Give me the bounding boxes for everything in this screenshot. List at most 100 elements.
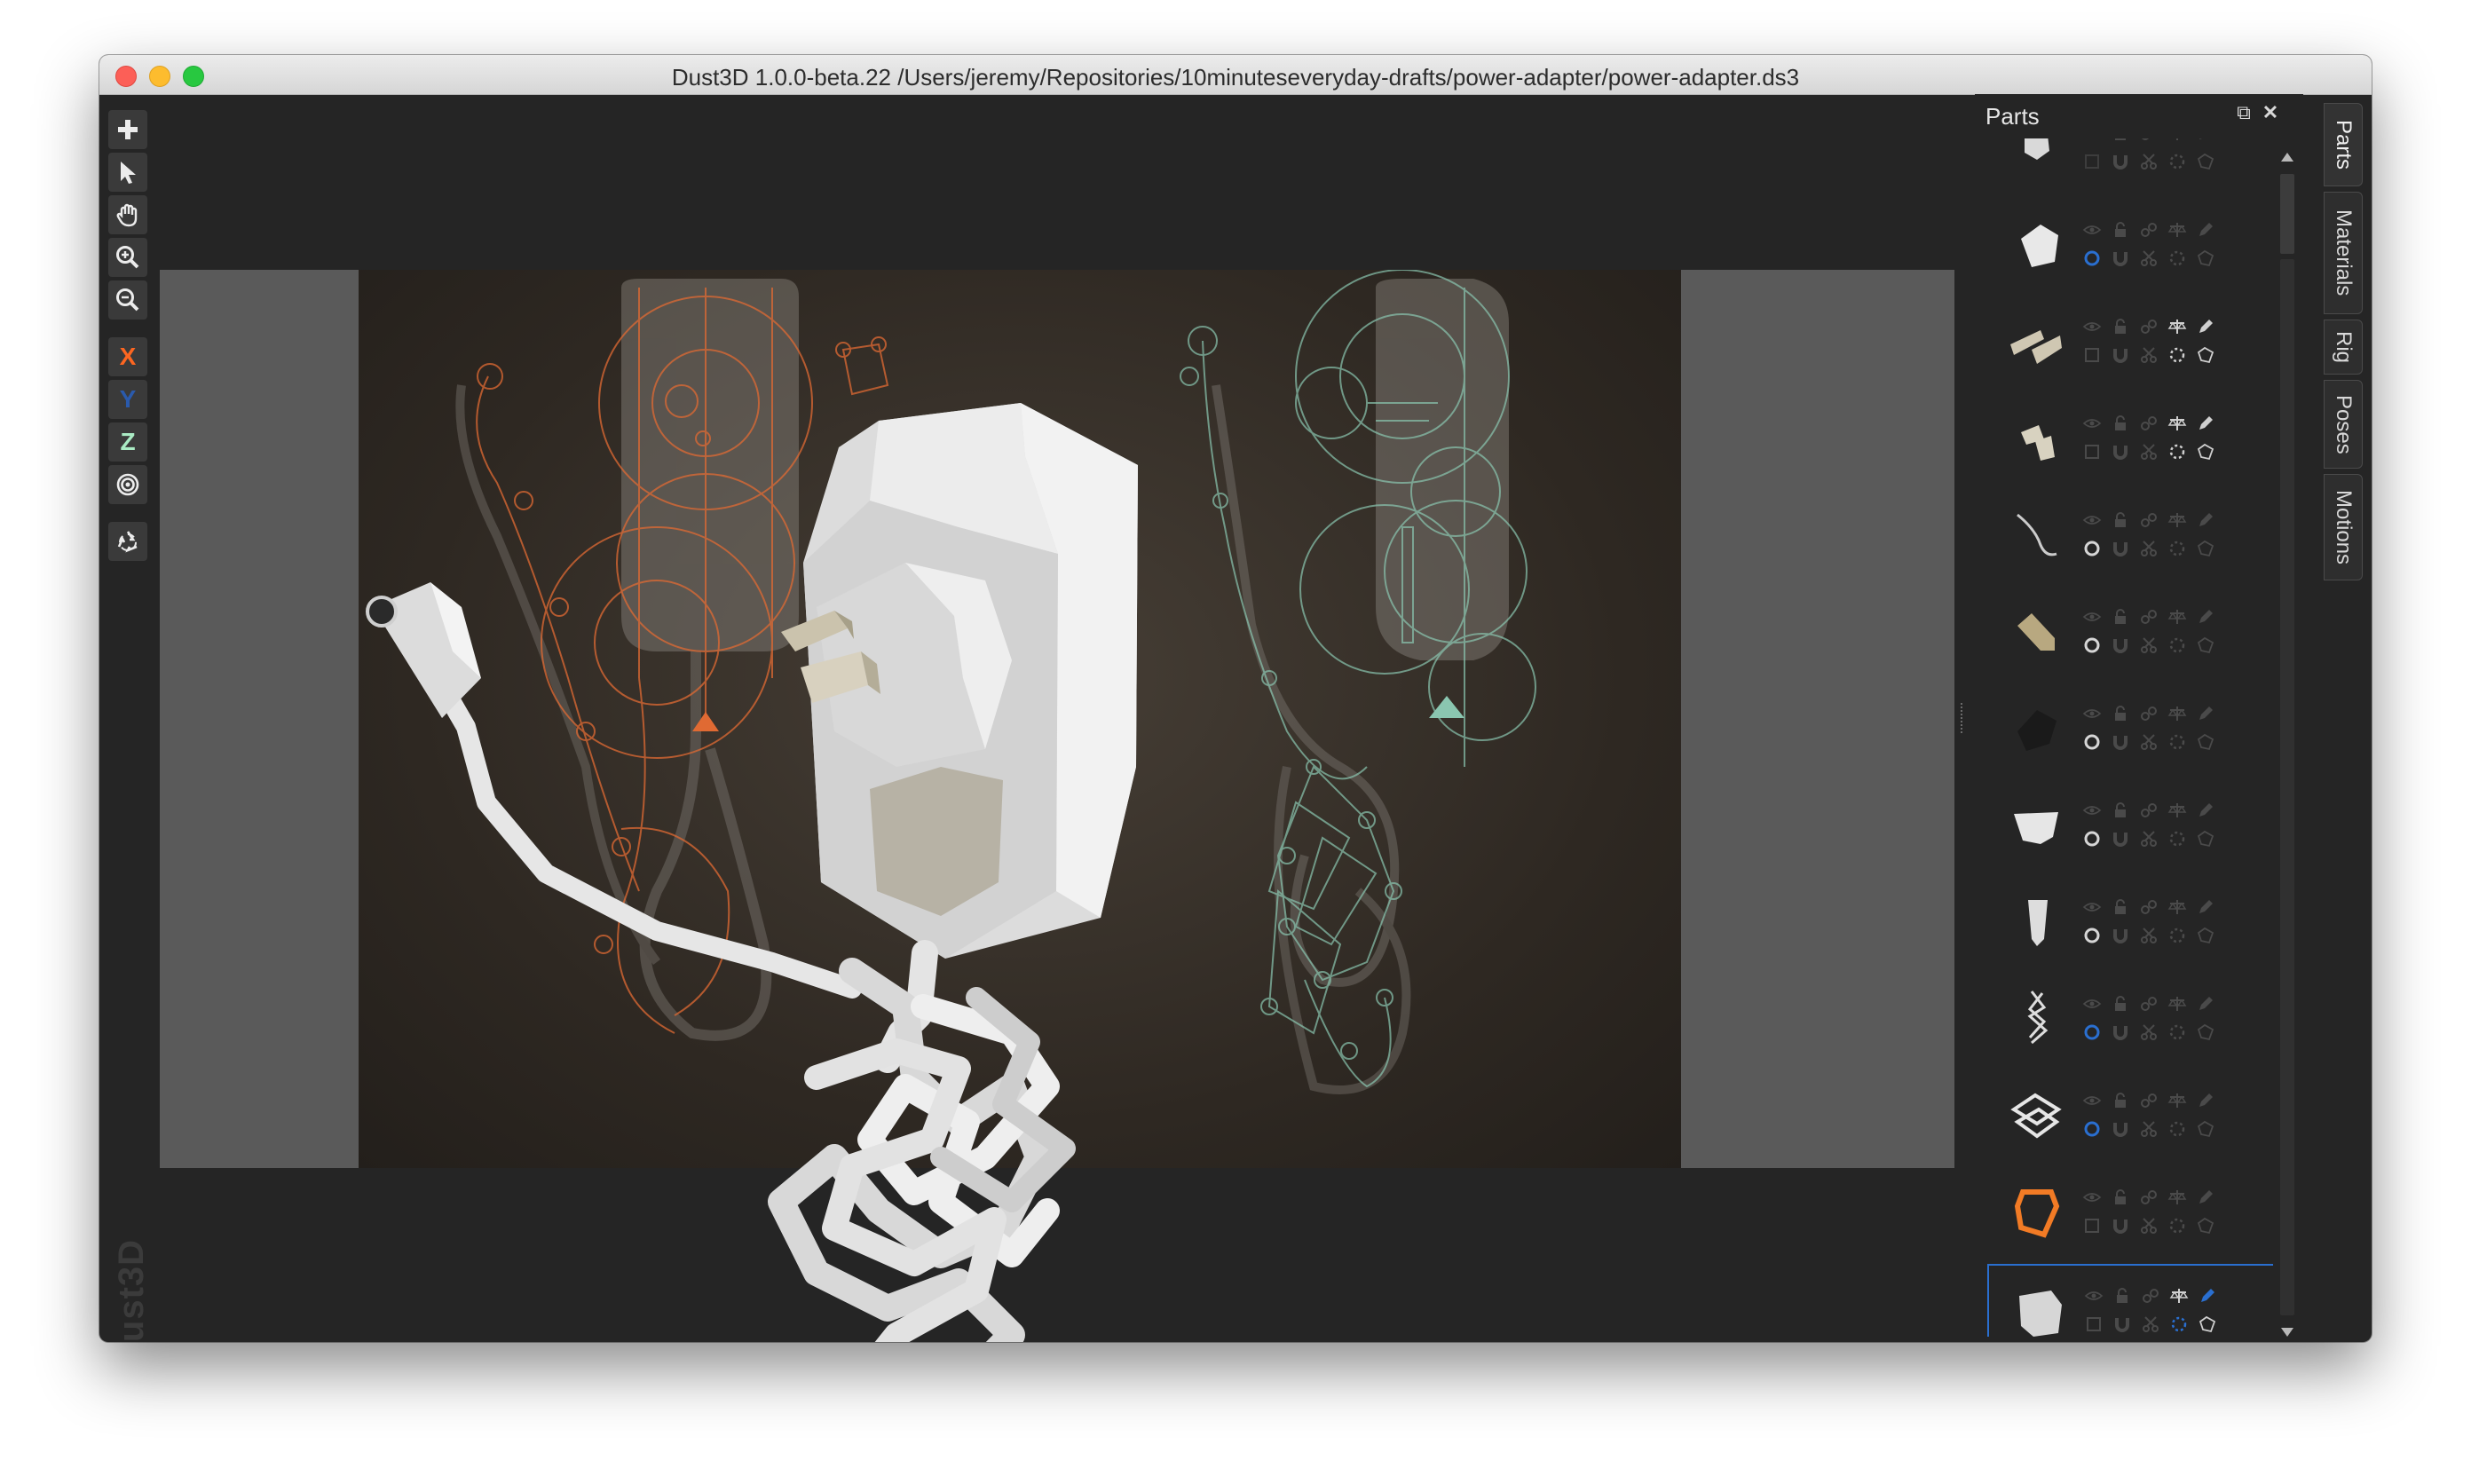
balance-icon[interactable] (2167, 413, 2188, 434)
pen-icon[interactable] (2195, 800, 2216, 821)
magnet-icon[interactable] (2110, 248, 2131, 269)
tab-motions[interactable]: Motions (2324, 474, 2363, 580)
ring-icon[interactable] (2081, 344, 2103, 366)
part-item[interactable] (1987, 138, 2273, 188)
parts-scrollbar[interactable] (2278, 153, 2296, 1342)
pen-icon[interactable] (2195, 1187, 2216, 1208)
eye-icon[interactable] (2081, 138, 2103, 144)
dashed-circle-icon[interactable] (2167, 731, 2188, 753)
link-icon[interactable] (2138, 219, 2159, 241)
lock-icon[interactable] (2110, 606, 2131, 628)
magnet-icon[interactable] (2110, 731, 2131, 753)
part-item[interactable] (1987, 1167, 2273, 1252)
pen-icon[interactable] (2195, 413, 2216, 434)
balance-icon[interactable] (2167, 606, 2188, 628)
link-icon[interactable] (2138, 896, 2159, 918)
ring-icon[interactable] (2083, 1314, 2104, 1335)
eye-icon[interactable] (2081, 1187, 2103, 1208)
lock-icon[interactable] (2110, 316, 2131, 337)
pen-icon[interactable] (2197, 1285, 2218, 1306)
link-icon[interactable] (2138, 993, 2159, 1014)
eye-icon[interactable] (2081, 896, 2103, 918)
polygon-icon[interactable] (2195, 151, 2216, 172)
ring-icon[interactable] (2081, 1118, 2103, 1140)
balance-icon[interactable] (2167, 896, 2188, 918)
magnet-icon[interactable] (2112, 1314, 2133, 1335)
dashed-circle-icon[interactable] (2167, 828, 2188, 849)
dashed-circle-icon[interactable] (2167, 538, 2188, 559)
scroll-thumb[interactable] (2280, 174, 2294, 254)
scissors-icon[interactable] (2140, 1314, 2161, 1335)
polygon-icon[interactable] (2195, 635, 2216, 656)
balance-icon[interactable] (2167, 800, 2188, 821)
select-button[interactable] (108, 153, 147, 192)
magnet-icon[interactable] (2110, 441, 2131, 462)
tab-parts[interactable]: Parts (2324, 103, 2363, 186)
scissors-icon[interactable] (2138, 248, 2159, 269)
dashed-circle-icon[interactable] (2167, 1215, 2188, 1236)
scissors-icon[interactable] (2138, 441, 2159, 462)
magnet-icon[interactable] (2110, 925, 2131, 946)
close-icon[interactable]: ✕ (2261, 103, 2280, 122)
magnet-icon[interactable] (2110, 828, 2131, 849)
part-item[interactable] (1987, 296, 2273, 382)
part-item[interactable] (1987, 587, 2273, 672)
magnet-icon[interactable] (2110, 538, 2131, 559)
balance-icon[interactable] (2167, 993, 2188, 1014)
dashed-circle-icon[interactable] (2167, 151, 2188, 172)
radius-button[interactable] (108, 465, 147, 504)
scroll-up-arrow-icon[interactable] (2281, 153, 2293, 162)
link-icon[interactable] (2138, 1090, 2159, 1111)
balance-icon[interactable] (2168, 1285, 2190, 1306)
dashed-circle-icon[interactable] (2167, 1022, 2188, 1043)
tab-poses[interactable]: Poses (2324, 380, 2363, 469)
eye-icon[interactable] (2081, 219, 2103, 241)
lock-icon[interactable] (2110, 1187, 2131, 1208)
lock-icon[interactable] (2110, 219, 2131, 241)
magnet-icon[interactable] (2110, 1215, 2131, 1236)
part-item[interactable] (1987, 200, 2273, 285)
polygon-icon[interactable] (2195, 1118, 2216, 1140)
magnet-icon[interactable] (2110, 1022, 2131, 1043)
polygon-icon[interactable] (2195, 828, 2216, 849)
polygon-icon[interactable] (2197, 1314, 2218, 1335)
balance-icon[interactable] (2167, 316, 2188, 337)
link-icon[interactable] (2140, 1285, 2161, 1306)
pen-icon[interactable] (2195, 138, 2216, 144)
balance-icon[interactable] (2167, 509, 2188, 531)
link-icon[interactable] (2138, 800, 2159, 821)
pen-icon[interactable] (2195, 606, 2216, 628)
ring-icon[interactable] (2081, 441, 2103, 462)
part-item[interactable] (1987, 780, 2273, 865)
pen-icon[interactable] (2195, 1090, 2216, 1111)
part-item[interactable] (1987, 974, 2273, 1059)
link-icon[interactable] (2138, 606, 2159, 628)
eye-icon[interactable] (2081, 316, 2103, 337)
eye-icon[interactable] (2081, 1090, 2103, 1111)
part-item[interactable] (1987, 393, 2273, 478)
eye-icon[interactable] (2081, 509, 2103, 531)
axis-z-button[interactable]: Z (108, 422, 147, 462)
polygon-icon[interactable] (2195, 731, 2216, 753)
scissors-icon[interactable] (2138, 731, 2159, 753)
lock-icon[interactable] (2110, 413, 2131, 434)
magnet-icon[interactable] (2110, 344, 2131, 366)
ring-icon[interactable] (2081, 828, 2103, 849)
scissors-icon[interactable] (2138, 151, 2159, 172)
lock-icon[interactable] (2110, 800, 2131, 821)
pen-icon[interactable] (2195, 896, 2216, 918)
balance-icon[interactable] (2167, 1090, 2188, 1111)
polygon-icon[interactable] (2195, 538, 2216, 559)
magnet-icon[interactable] (2110, 635, 2131, 656)
pan-button[interactable] (108, 195, 147, 234)
axis-x-button[interactable]: X (108, 337, 147, 376)
tab-materials[interactable]: Materials (2324, 192, 2363, 314)
pen-icon[interactable] (2195, 316, 2216, 337)
part-item[interactable] (1987, 1264, 2273, 1337)
ring-icon[interactable] (2081, 1215, 2103, 1236)
eye-icon[interactable] (2083, 1285, 2104, 1306)
lock-icon[interactable] (2110, 1090, 2131, 1111)
lock-icon[interactable] (2110, 896, 2131, 918)
balance-icon[interactable] (2167, 219, 2188, 241)
eye-icon[interactable] (2081, 413, 2103, 434)
